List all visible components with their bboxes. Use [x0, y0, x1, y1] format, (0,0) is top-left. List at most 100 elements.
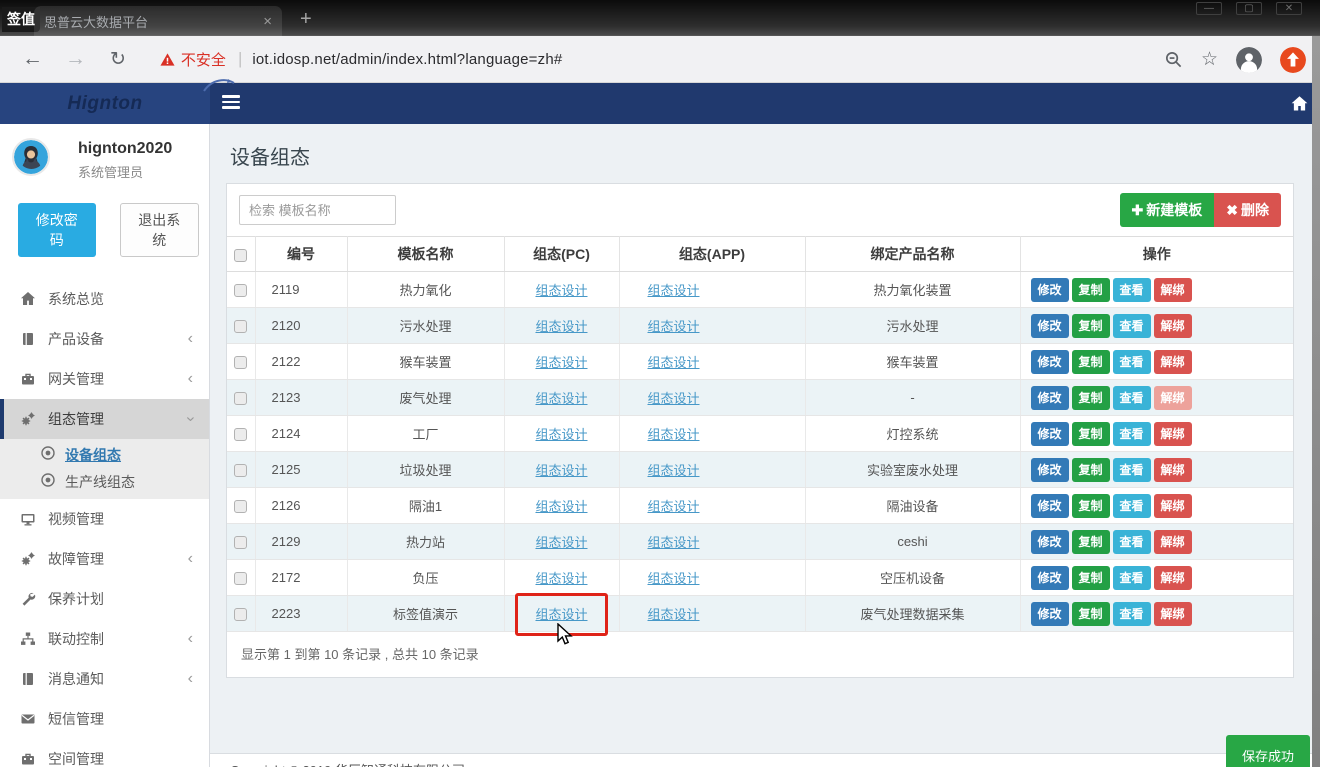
app-design-link[interactable]: 组态设计 [648, 319, 700, 334]
unbind-button[interactable]: 解绑 [1154, 458, 1192, 482]
scrollbar[interactable] [1312, 36, 1320, 767]
edit-button[interactable]: 修改 [1031, 602, 1069, 626]
sidebar-item[interactable]: 系统总览 [0, 279, 209, 319]
unbind-button[interactable]: 解绑 [1154, 386, 1192, 410]
row-checkbox[interactable] [234, 356, 247, 369]
copy-button[interactable]: 复制 [1072, 494, 1110, 518]
sidebar-subitem[interactable]: 生产线组态 [0, 468, 209, 495]
view-button[interactable]: 查看 [1113, 458, 1151, 482]
row-checkbox-cell[interactable] [227, 416, 255, 452]
row-checkbox[interactable] [234, 392, 247, 405]
new-tab-button[interactable]: + [300, 9, 312, 29]
row-checkbox-cell[interactable] [227, 344, 255, 380]
view-button[interactable]: 查看 [1113, 566, 1151, 590]
unbind-button[interactable]: 解绑 [1154, 602, 1192, 626]
row-checkbox[interactable] [234, 572, 247, 585]
pc-design-link[interactable]: 组态设计 [535, 355, 587, 370]
view-button[interactable]: 查看 [1113, 530, 1151, 554]
view-button[interactable]: 查看 [1113, 278, 1151, 302]
app-design-link[interactable]: 组态设计 [648, 283, 700, 298]
copy-button[interactable]: 复制 [1072, 386, 1110, 410]
close-icon[interactable]: ✕ [1276, 2, 1302, 15]
unbind-button[interactable]: 解绑 [1154, 494, 1192, 518]
unbind-button[interactable]: 解绑 [1154, 350, 1192, 374]
row-checkbox-cell[interactable] [227, 308, 255, 344]
row-checkbox[interactable] [234, 536, 247, 549]
row-checkbox[interactable] [234, 608, 247, 621]
pc-design-link[interactable]: 组态设计 [535, 463, 587, 478]
row-checkbox-cell[interactable] [227, 272, 255, 308]
row-checkbox-cell[interactable] [227, 596, 255, 632]
url-text[interactable]: iot.idosp.net/admin/index.html?language=… [252, 51, 562, 68]
copy-button[interactable]: 复制 [1072, 314, 1110, 338]
sidebar-item[interactable]: 保养计划 [0, 579, 209, 619]
view-button[interactable]: 查看 [1113, 494, 1151, 518]
app-design-link[interactable]: 组态设计 [648, 391, 700, 406]
app-design-link[interactable]: 组态设计 [648, 463, 700, 478]
edit-button[interactable]: 修改 [1031, 530, 1069, 554]
security-warning[interactable]: 不安全 [181, 49, 226, 70]
new-template-button[interactable]: ✚新建模板 [1120, 193, 1215, 227]
sidebar-item[interactable]: 短信管理 [0, 699, 209, 739]
edit-button[interactable]: 修改 [1031, 278, 1069, 302]
app-design-link[interactable]: 组态设计 [648, 355, 700, 370]
back-icon[interactable]: ← [22, 47, 43, 71]
select-all-header[interactable] [227, 237, 255, 272]
search-input[interactable] [239, 195, 396, 225]
view-button[interactable]: 查看 [1113, 386, 1151, 410]
sidebar-subitem[interactable]: 设备组态 [0, 441, 209, 468]
view-button[interactable]: 查看 [1113, 602, 1151, 626]
profile-avatar-icon[interactable] [1236, 47, 1262, 73]
window-controls[interactable]: —▢✕ [1196, 2, 1302, 15]
sidebar-item[interactable]: 空间管理 [0, 739, 209, 767]
unbind-button[interactable]: 解绑 [1154, 278, 1192, 302]
app-design-link[interactable]: 组态设计 [648, 535, 700, 550]
view-button[interactable]: 查看 [1113, 350, 1151, 374]
tab-close-icon[interactable]: × [263, 13, 272, 30]
pc-design-link[interactable]: 组态设计 [535, 499, 587, 514]
sidebar-item[interactable]: 网关管理‹ [0, 359, 209, 399]
sidebar-item[interactable]: 视频管理 [0, 499, 209, 539]
row-checkbox-cell[interactable] [227, 488, 255, 524]
copy-button[interactable]: 复制 [1072, 458, 1110, 482]
sidebar-item[interactable]: 联动控制‹ [0, 619, 209, 659]
pc-design-link[interactable]: 组态设计 [535, 427, 587, 442]
edit-button[interactable]: 修改 [1031, 386, 1069, 410]
row-checkbox[interactable] [234, 284, 247, 297]
delete-button[interactable]: ✖删除 [1214, 193, 1281, 227]
edit-button[interactable]: 修改 [1031, 422, 1069, 446]
browser-tab[interactable]: 思普云大数据平台 × [34, 6, 282, 36]
copy-button[interactable]: 复制 [1072, 530, 1110, 554]
pc-design-link[interactable]: 组态设计 [535, 607, 587, 622]
logo[interactable]: Hignton [0, 83, 210, 124]
edit-button[interactable]: 修改 [1031, 566, 1069, 590]
select-all-checkbox[interactable] [234, 249, 247, 262]
row-checkbox-cell[interactable] [227, 524, 255, 560]
pc-design-link[interactable]: 组态设计 [535, 319, 587, 334]
edit-button[interactable]: 修改 [1031, 350, 1069, 374]
row-checkbox[interactable] [234, 320, 247, 333]
app-design-link[interactable]: 组态设计 [648, 607, 700, 622]
unbind-button[interactable]: 解绑 [1154, 314, 1192, 338]
pc-design-link[interactable]: 组态设计 [535, 535, 587, 550]
update-icon[interactable] [1280, 47, 1306, 73]
row-checkbox[interactable] [234, 464, 247, 477]
copy-button[interactable]: 复制 [1072, 566, 1110, 590]
pc-design-link[interactable]: 组态设计 [535, 283, 587, 298]
view-button[interactable]: 查看 [1113, 314, 1151, 338]
change-password-button[interactable]: 修改密码 [18, 203, 96, 257]
forward-icon[interactable]: → [65, 47, 86, 71]
edit-button[interactable]: 修改 [1031, 314, 1069, 338]
sidebar-item[interactable]: 产品设备‹ [0, 319, 209, 359]
row-checkbox[interactable] [234, 500, 247, 513]
sidebar-item[interactable]: 消息通知‹ [0, 659, 209, 699]
view-button[interactable]: 查看 [1113, 422, 1151, 446]
home-icon[interactable] [1291, 95, 1308, 112]
sidebar-toggle-icon[interactable] [222, 95, 240, 112]
sidebar-item[interactable]: 组态管理‹ [0, 399, 209, 439]
row-checkbox-cell[interactable] [227, 380, 255, 416]
logout-button[interactable]: 退出系统 [120, 203, 200, 257]
row-checkbox-cell[interactable] [227, 452, 255, 488]
sidebar-item[interactable]: 故障管理‹ [0, 539, 209, 579]
maximize-icon[interactable]: ▢ [1236, 2, 1262, 15]
